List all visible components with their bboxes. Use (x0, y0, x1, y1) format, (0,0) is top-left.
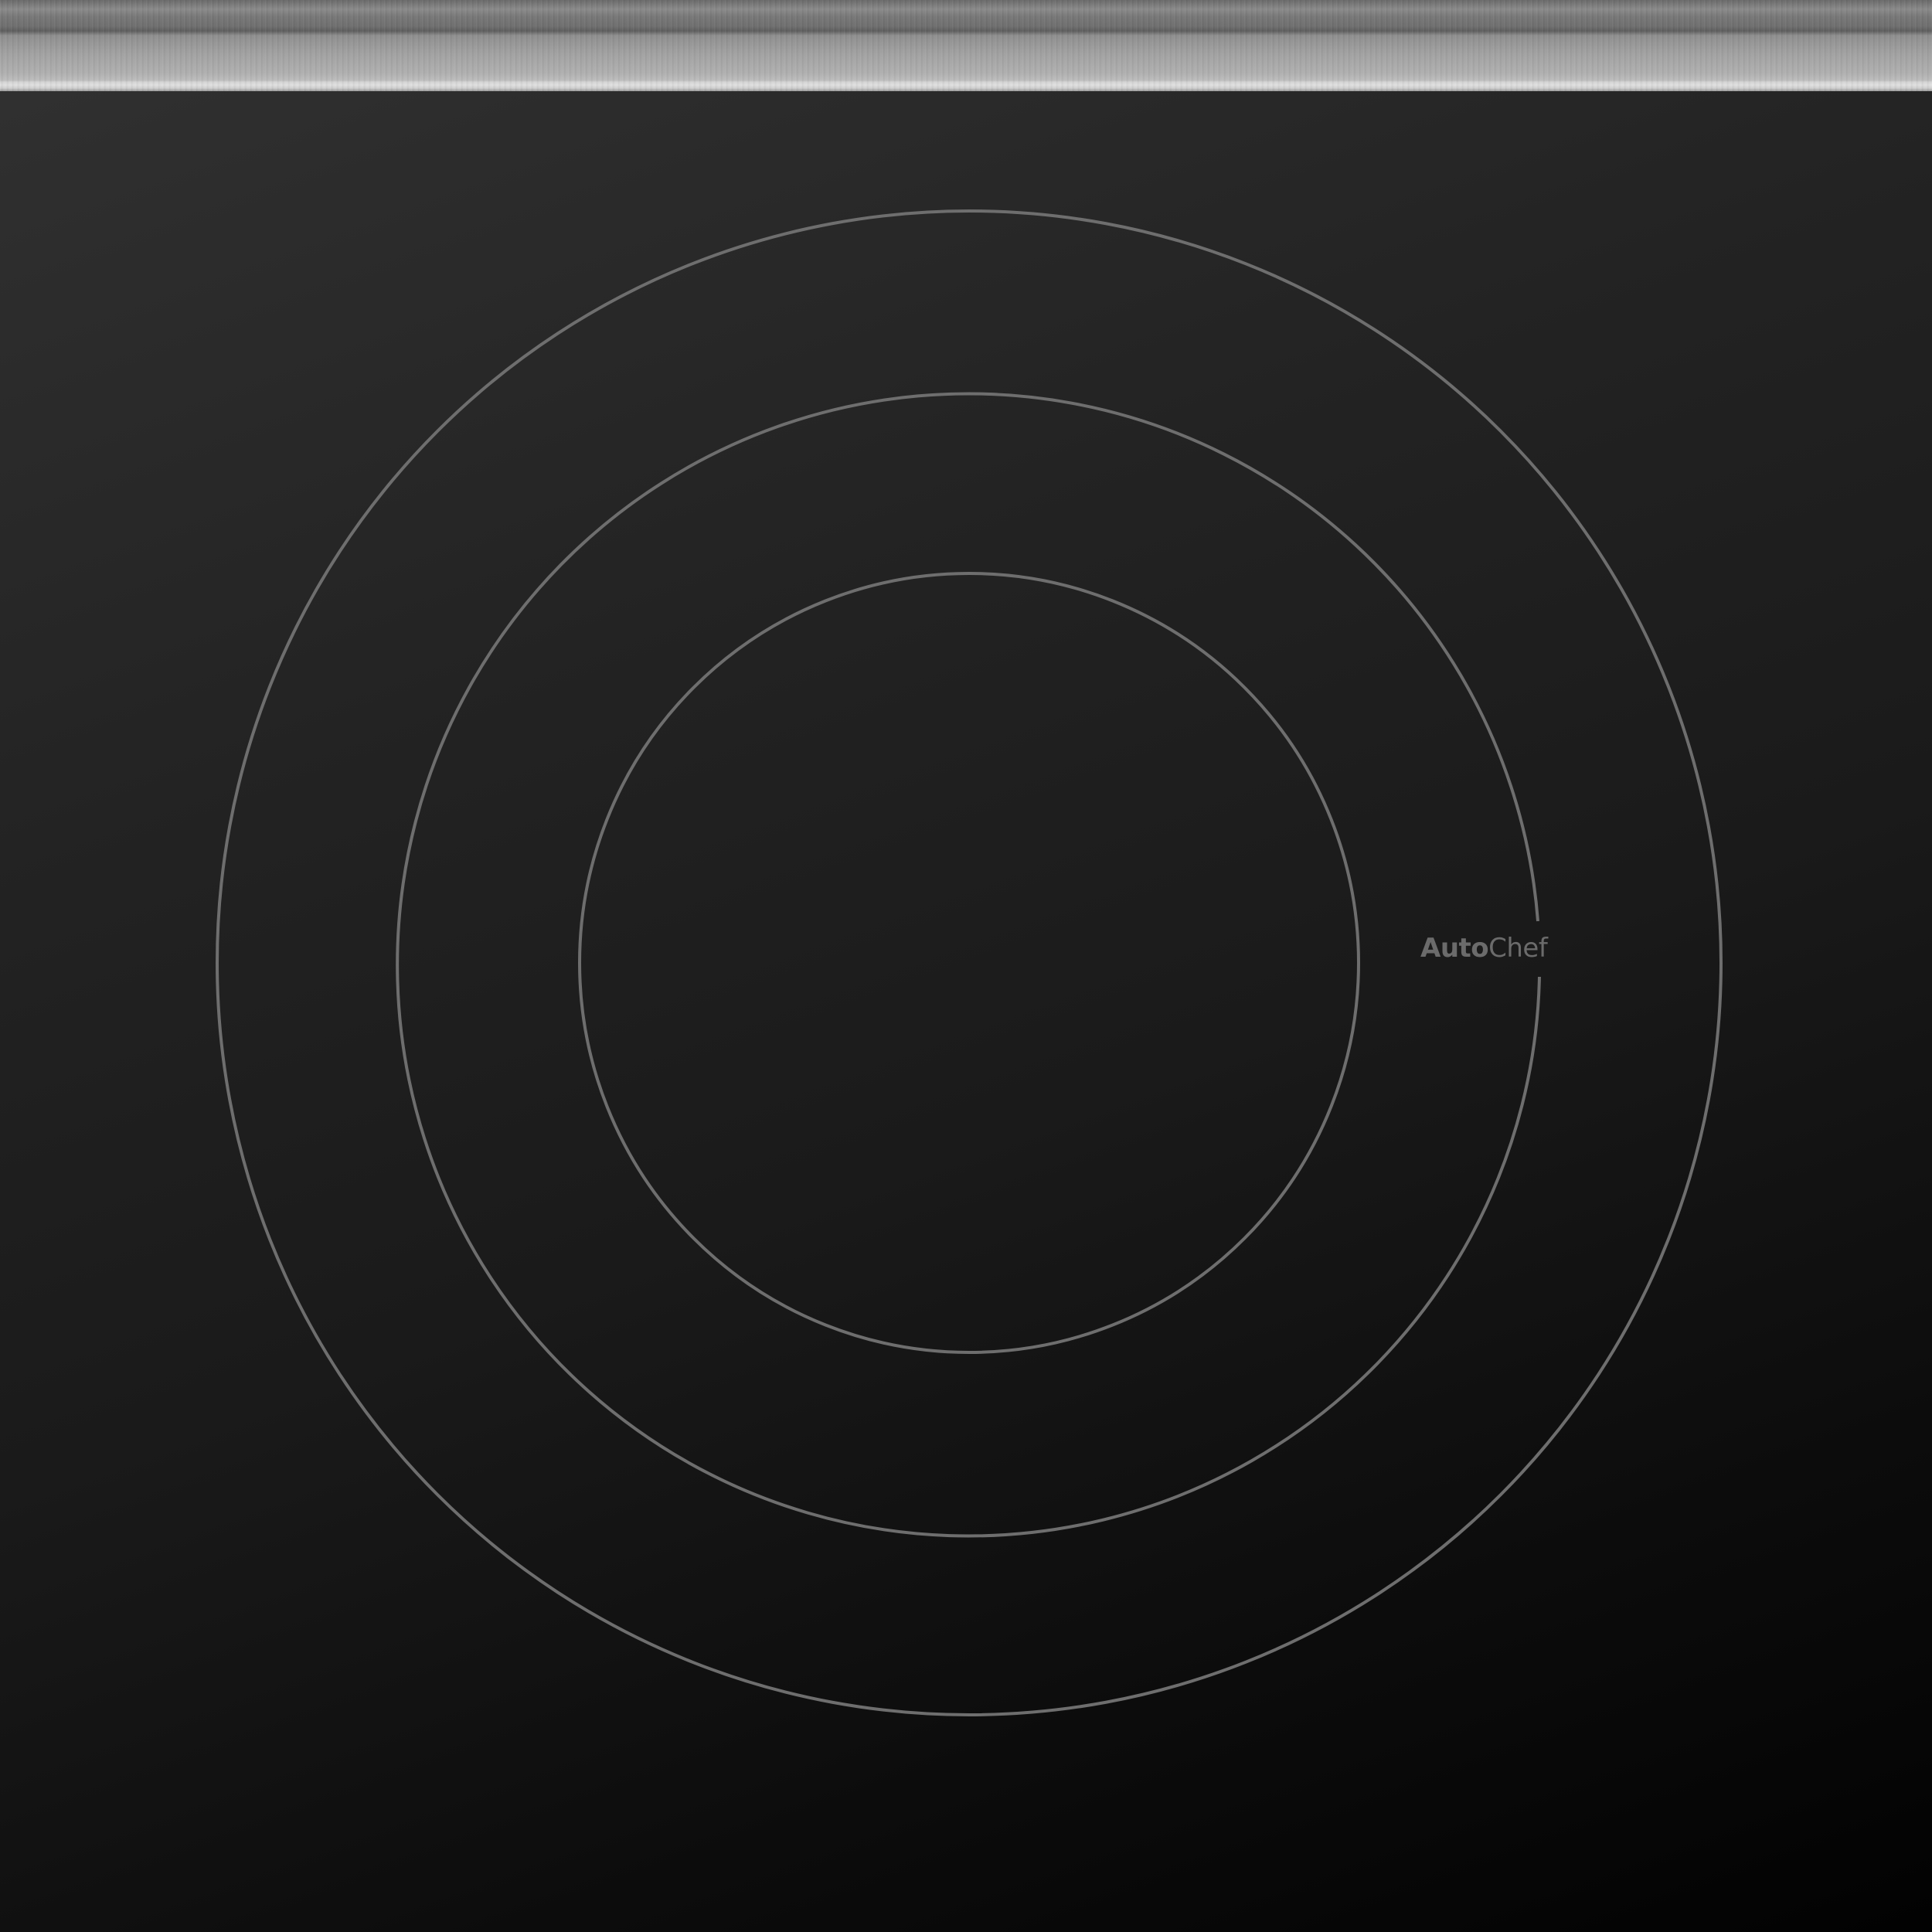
brand-logo: AutoChef (1420, 930, 1548, 966)
inner-ring[interactable] (578, 572, 1360, 1354)
burner-zone[interactable] (0, 0, 1932, 1932)
brand-logo-auto: Auto (1420, 933, 1489, 964)
cooktop: AutoChef (0, 0, 1932, 1932)
middle-ring[interactable] (396, 392, 1541, 1538)
brand-logo-chef: Chef (1488, 933, 1548, 964)
